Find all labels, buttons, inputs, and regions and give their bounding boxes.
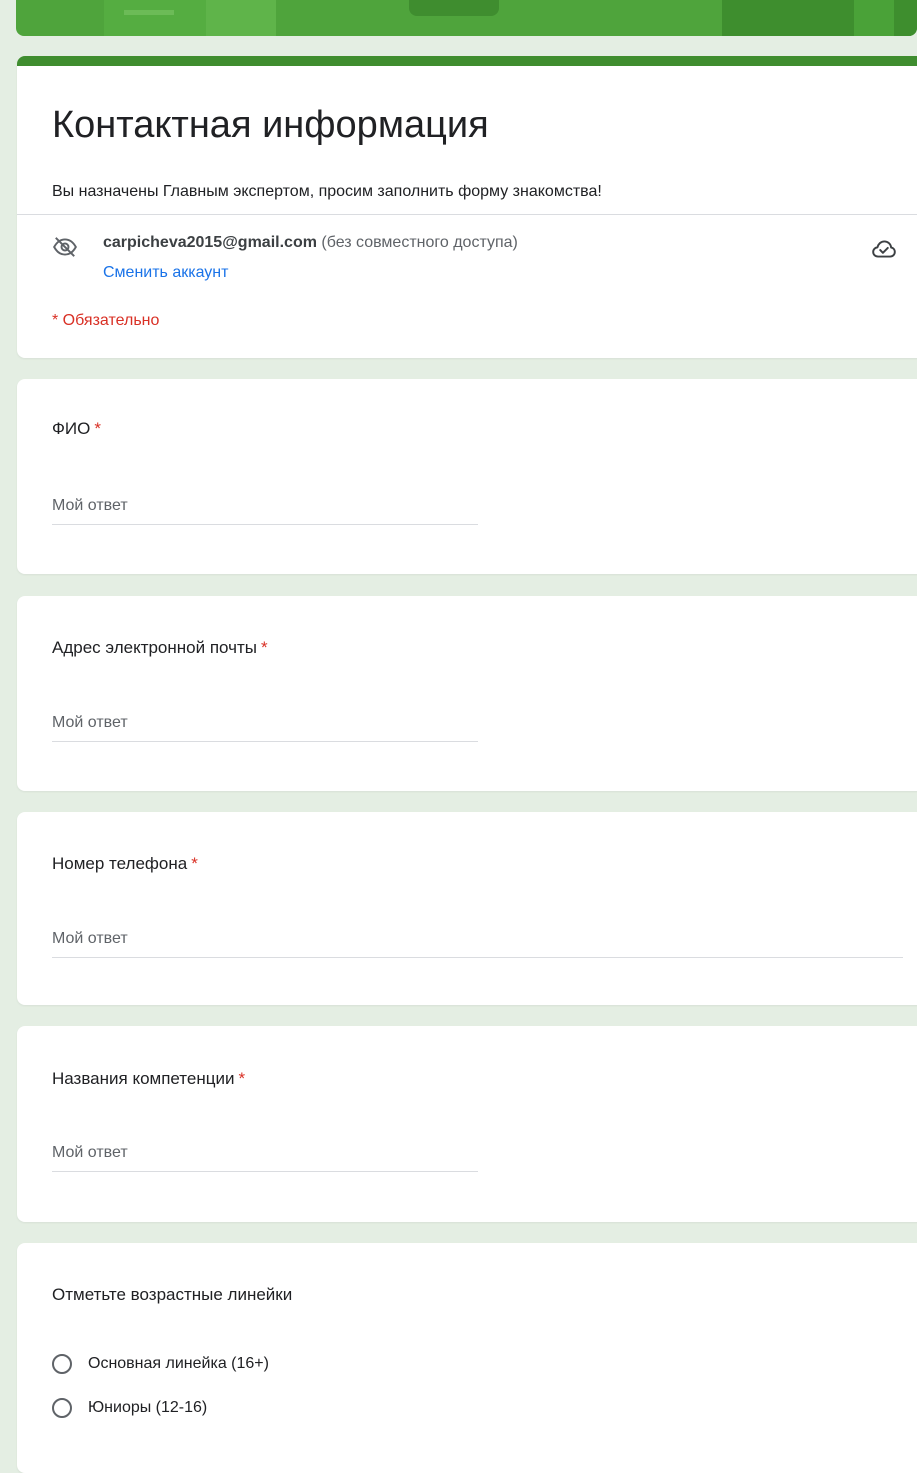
form-description: Вы назначены Главным экспертом, просим з… [52, 183, 602, 200]
fio-input[interactable] [52, 497, 478, 525]
required-note: * Обязательно [52, 312, 160, 329]
radio-button[interactable] [52, 1398, 72, 1418]
radio-option-main-16plus[interactable]: Основная линейка (16+) [52, 1350, 269, 1378]
question-card-competence: Названия компетенции * [17, 1026, 917, 1222]
required-asterisk: * [94, 419, 101, 438]
required-asterisk: * [238, 1069, 246, 1088]
question-title-text: Номер телефона [52, 854, 188, 873]
email-input[interactable] [52, 714, 478, 742]
form-title: Контактная информация [52, 104, 489, 146]
question-title: Номер телефона * [52, 854, 198, 874]
form-header-card: Контактная информация Вы назначены Главн… [17, 56, 917, 358]
phone-input[interactable] [52, 930, 903, 958]
question-card-fio: ФИО * [17, 379, 917, 574]
account-email: carpicheva2015@gmail.com [103, 234, 317, 251]
divider [17, 214, 917, 215]
radio-label: Юниоры (12-16) [88, 1399, 208, 1416]
competence-input[interactable] [52, 1144, 478, 1172]
cloud-check-icon [872, 240, 896, 258]
header-banner [16, 0, 917, 36]
question-title: Отметьте возрастные линейки [52, 1285, 293, 1304]
question-card-phone: Номер телефона * [17, 812, 917, 1005]
account-info: carpicheva2015@gmail.com (без совместног… [103, 234, 518, 252]
required-asterisk: * [191, 854, 198, 873]
required-asterisk: * [261, 638, 268, 657]
question-title: Адрес электронной почты * [52, 638, 268, 658]
question-title-text: Адрес электронной почты [52, 638, 257, 657]
question-title-text: Названия компетенции [52, 1069, 235, 1088]
question-title: Названия компетенции * [52, 1069, 245, 1089]
radio-button[interactable] [52, 1354, 72, 1374]
eye-off-icon [53, 237, 77, 257]
switch-account-link[interactable]: Сменить аккаунт [103, 264, 228, 282]
question-card-age: Отметьте возрастные линейки Основная лин… [17, 1243, 917, 1473]
question-title-text: ФИО [52, 419, 91, 438]
radio-option-juniors[interactable]: Юниоры (12-16) [52, 1394, 207, 1422]
question-title: ФИО * [52, 419, 101, 439]
radio-label: Основная линейка (16+) [88, 1355, 269, 1372]
sharing-note: (без совместного доступа) [321, 234, 518, 251]
question-card-email: Адрес электронной почты * [17, 596, 917, 791]
